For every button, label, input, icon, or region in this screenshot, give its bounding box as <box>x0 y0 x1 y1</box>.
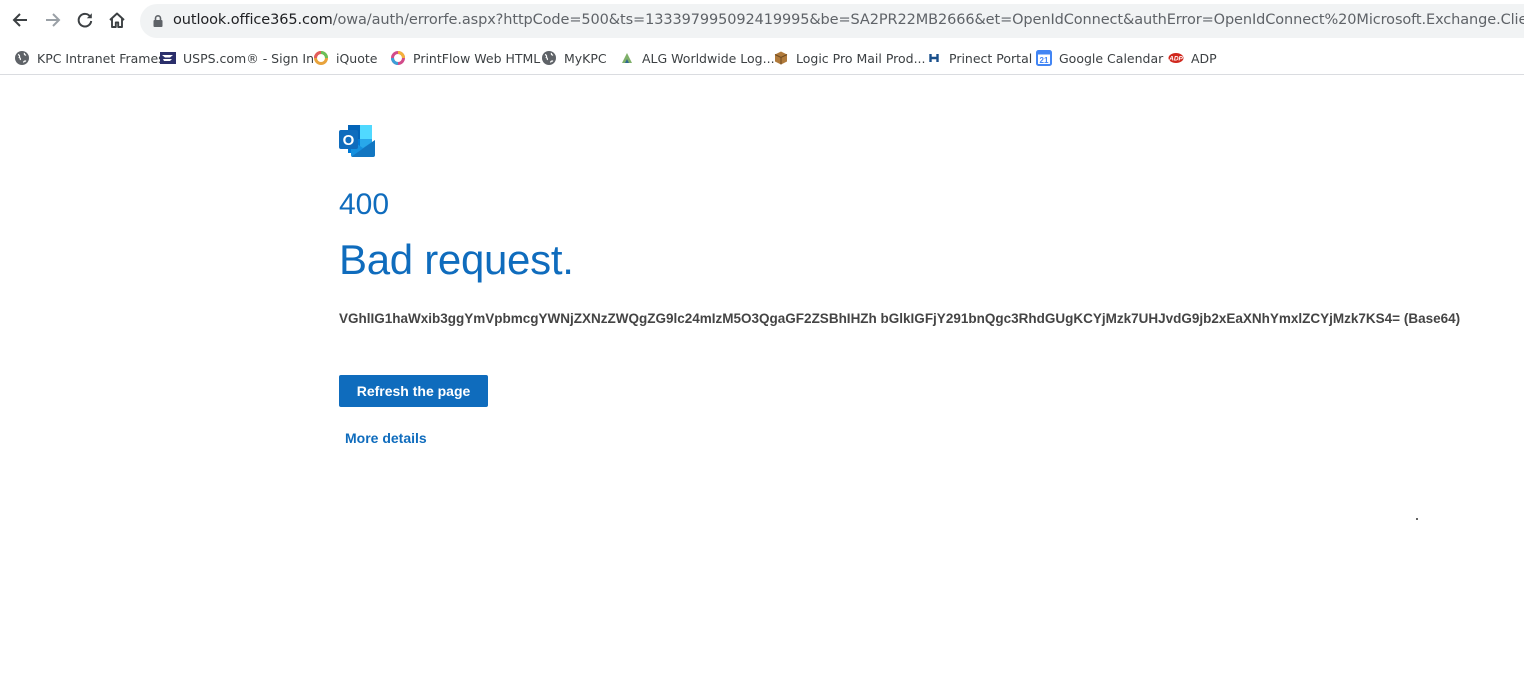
printflow-ring-icon <box>390 50 406 66</box>
bookmark-label: ALG Worldwide Log... <box>642 50 775 66</box>
url-path: /owa/auth/errorfe.aspx?httpCode=500&ts=1… <box>332 12 1524 28</box>
bookmark-prinect-portal[interactable]: Prinect Portal <box>926 47 1032 69</box>
calendar-day-text: 21 <box>1040 56 1049 65</box>
bookmark-label: Logic Pro Mail Prod... <box>796 50 926 66</box>
http-status-code: 400 <box>339 188 390 221</box>
bookmark-label: MyKPC <box>564 50 607 66</box>
bookmark-label: Google Calendar <box>1059 50 1164 66</box>
bookmark-iquote[interactable]: iQuote <box>313 47 377 69</box>
error-message: VGhlIG1haWxib3ggYmVpbmcgYWNjZXNzZWQgZG9l… <box>339 311 1461 326</box>
bookmark-label: ADP <box>1191 50 1217 66</box>
prinect-h-icon <box>926 50 942 66</box>
page-title: Bad request. <box>339 236 574 283</box>
arrow-left-icon <box>12 13 27 27</box>
bookmark-usps-sign-in[interactable]: USPS.com® - Sign In <box>160 47 314 69</box>
bookmark-label: KPC Intranet Frames <box>37 50 165 66</box>
url-host: outlook.office365.com <box>173 12 333 28</box>
bookmark-printflow[interactable]: PrintFlow Web HTML <box>390 47 540 69</box>
outlook-logo-icon: O <box>339 124 376 157</box>
reload-icon <box>77 12 93 28</box>
bookmark-label: USPS.com® - Sign In <box>183 50 315 66</box>
bookmark-label: iQuote <box>336 50 378 66</box>
refresh-page-button[interactable]: Refresh the page <box>339 375 488 407</box>
lock-icon <box>153 15 163 27</box>
bookmark-label: Prinect Portal <box>949 50 1033 66</box>
bookmark-logic-pro-mail[interactable]: Logic Pro Mail Prod... <box>773 47 926 69</box>
globe-icon <box>14 50 30 66</box>
bookmark-google-calendar[interactable]: 21 Google Calendar <box>1036 47 1163 69</box>
stray-dot <box>1416 518 1418 520</box>
google-calendar-icon: 21 <box>1036 50 1052 66</box>
url-text: outlook.office365.com/owa/auth/errorfe.a… <box>173 12 1524 28</box>
back-button[interactable] <box>7 7 33 33</box>
bookmark-kpc-intranet-frames[interactable]: KPC Intranet Frames <box>14 47 165 69</box>
bookmark-alg-worldwide[interactable]: ALG Worldwide Log... <box>619 47 775 69</box>
home-icon <box>109 12 125 28</box>
usps-eagle-icon <box>160 50 176 66</box>
bookmark-mykpc[interactable]: MyKPC <box>541 47 607 69</box>
bookmark-label: PrintFlow Web HTML <box>413 50 541 66</box>
arrow-right-icon <box>46 13 61 27</box>
globe-icon <box>541 50 557 66</box>
bookmark-adp[interactable]: ADP ADP <box>1168 47 1217 69</box>
browser-toolbar: outlook.office365.com/owa/auth/errorfe.a… <box>0 0 1524 42</box>
iquote-ring-icon <box>313 50 329 66</box>
bookmarks-bar: KPC Intranet Frames USPS.com® - Sign In … <box>0 42 1524 75</box>
home-button[interactable] <box>104 7 130 33</box>
adp-logo-icon: ADP <box>1168 50 1184 66</box>
address-bar[interactable]: outlook.office365.com/owa/auth/errorfe.a… <box>140 4 1524 38</box>
alg-logo-icon <box>619 50 635 66</box>
package-icon <box>773 50 789 66</box>
adp-logo-text: ADP <box>1168 56 1183 63</box>
forward-button[interactable] <box>40 7 66 33</box>
outlook-logo-letter: O <box>343 132 355 149</box>
more-details-link[interactable]: More details <box>345 430 427 446</box>
reload-button[interactable] <box>72 7 98 33</box>
